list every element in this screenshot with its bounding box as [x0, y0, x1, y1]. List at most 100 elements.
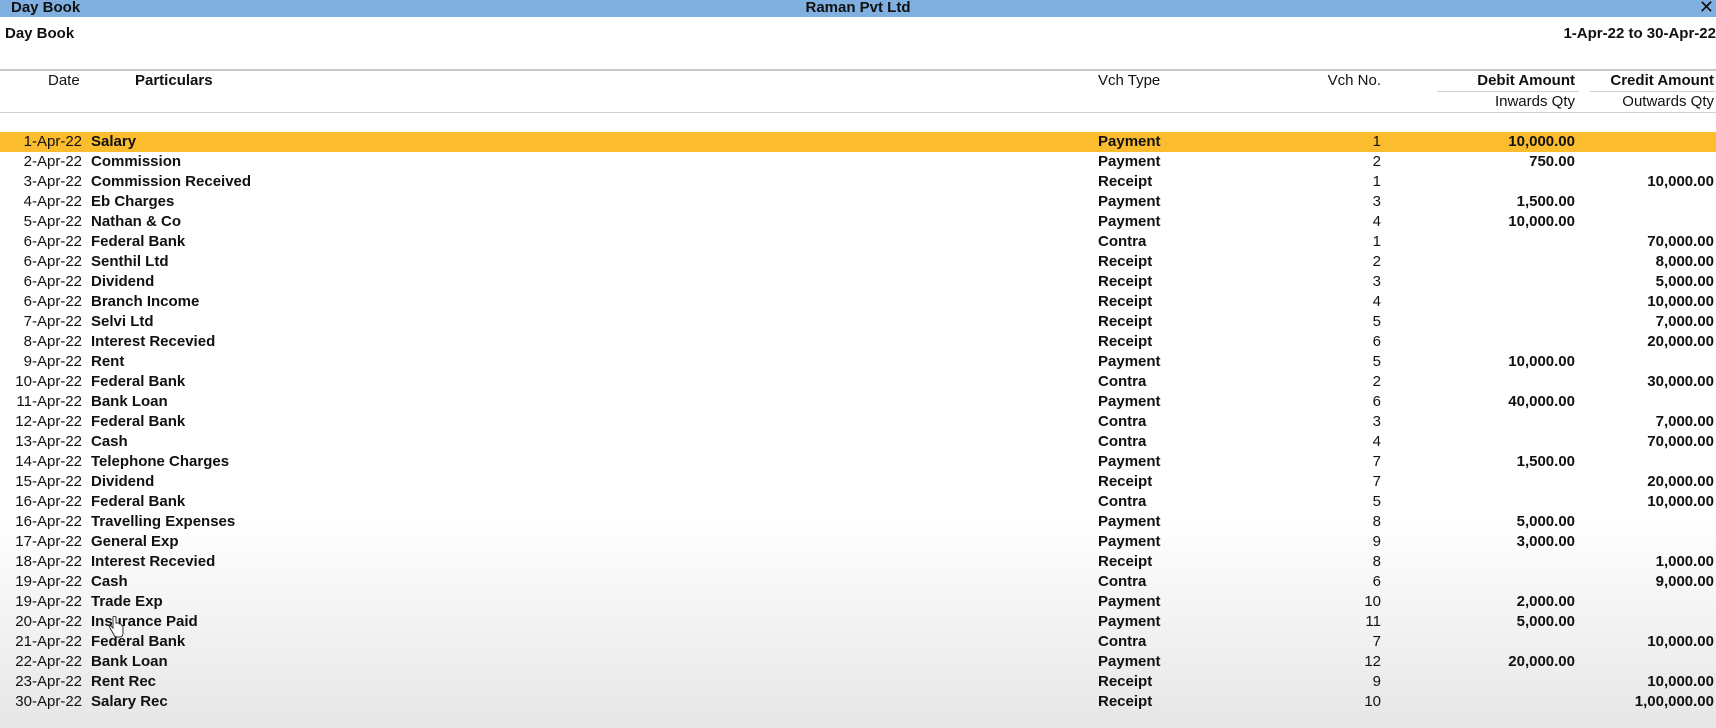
column-header-vch-type: Vch Type — [1098, 72, 1161, 89]
voucher-type: Receipt — [1098, 273, 1153, 290]
voucher-row[interactable]: 10-Apr-22 Federal Bank Contra 2 30,000.00 — [0, 372, 1716, 392]
voucher-date: 21-Apr-22 — [15, 633, 82, 650]
credit-amount: 1,00,000.00 — [1634, 693, 1714, 710]
voucher-row[interactable]: 7-Apr-22 Selvi Ltd Receipt 5 7,000.00 — [0, 312, 1716, 332]
voucher-number: 3 — [1372, 413, 1381, 430]
voucher-particulars: Travelling Expenses — [91, 513, 236, 530]
voucher-particulars: Bank Loan — [91, 393, 168, 410]
voucher-type: Receipt — [1098, 673, 1153, 690]
voucher-row[interactable]: 17-Apr-22 General Exp Payment 9 3,000.00 — [0, 532, 1716, 552]
credit-header-divider — [1590, 91, 1716, 92]
voucher-row[interactable]: 12-Apr-22 Federal Bank Contra 3 7,000.00 — [0, 412, 1716, 432]
voucher-particulars: Bank Loan — [91, 653, 168, 670]
voucher-row[interactable]: 16-Apr-22 Travelling Expenses Payment 8 5,00… — [0, 512, 1716, 532]
report-period[interactable]: 1-Apr-22 to 30-Apr-22 — [1563, 25, 1716, 42]
voucher-row[interactable]: 13-Apr-22 Cash Contra 4 70,000.00 — [0, 432, 1716, 452]
voucher-type: Receipt — [1098, 693, 1153, 710]
voucher-row[interactable]: 14-Apr-22 Telephone Charges Payment 7 1,500.… — [0, 452, 1716, 472]
column-header-date: Date — [48, 72, 80, 89]
voucher-number: 8 — [1372, 553, 1381, 570]
voucher-row[interactable]: 8-Apr-22 Interest Recevied Receipt 6 20,000.… — [0, 332, 1716, 352]
voucher-row[interactable]: 16-Apr-22 Federal Bank Contra 5 10,000.00 — [0, 492, 1716, 512]
debit-amount: 5,000.00 — [1516, 513, 1575, 530]
credit-amount: 10,000.00 — [1647, 633, 1714, 650]
voucher-row[interactable]: 6-Apr-22 Dividend Receipt 3 5,000.00 — [0, 272, 1716, 292]
voucher-row[interactable]: 2-Apr-22 Commission Payment 2 750.00 — [0, 152, 1716, 172]
voucher-row[interactable]: 19-Apr-22 Cash Contra 6 9,000.00 — [0, 572, 1716, 592]
column-header-particulars: Particulars — [135, 72, 213, 89]
credit-amount: 70,000.00 — [1647, 433, 1714, 450]
credit-amount: 10,000.00 — [1647, 493, 1714, 510]
voucher-row[interactable]: 23-Apr-22 Rent Rec Receipt 9 10,000.00 — [0, 672, 1716, 692]
voucher-row[interactable]: 18-Apr-22 Interest Recevied Receipt 8 1,000.… — [0, 552, 1716, 572]
voucher-row[interactable]: 6-Apr-22 Federal Bank Contra 1 70,000.00 — [0, 232, 1716, 252]
hand-cursor-icon — [108, 616, 124, 638]
column-header-debit: Debit Amount — [1477, 72, 1575, 89]
voucher-type: Payment — [1098, 153, 1161, 170]
voucher-type: Receipt — [1098, 293, 1153, 310]
voucher-row[interactable]: 5-Apr-22 Nathan & Co Payment 4 10,000.00 — [0, 212, 1716, 232]
close-icon[interactable]: ✕ — [1699, 0, 1714, 16]
voucher-type: Contra — [1098, 373, 1147, 390]
voucher-number: 3 — [1372, 193, 1381, 210]
voucher-number: 7 — [1372, 633, 1381, 650]
voucher-number: 11 — [1365, 613, 1381, 630]
voucher-date: 6-Apr-22 — [23, 293, 82, 310]
report-title: Day Book — [5, 25, 75, 42]
voucher-particulars: Rent Rec — [91, 673, 157, 690]
credit-amount: 10,000.00 — [1647, 293, 1714, 310]
debit-amount: 3,000.00 — [1516, 533, 1575, 550]
voucher-date: 10-Apr-22 — [15, 373, 82, 390]
voucher-particulars: Insurance Paid — [91, 613, 198, 630]
voucher-date: 6-Apr-22 — [23, 273, 82, 290]
voucher-number: 5 — [1372, 493, 1381, 510]
voucher-row[interactable]: 21-Apr-22 Federal Bank Contra 7 10,000.00 — [0, 632, 1716, 652]
voucher-row[interactable]: 3-Apr-22 Commission Received Receipt 1 10,00… — [0, 172, 1716, 192]
voucher-row[interactable]: 30-Apr-22 Salary Rec Receipt 10 1,00,000.00 — [0, 692, 1716, 712]
column-header-vch-no: Vch No. — [1327, 72, 1381, 89]
voucher-row[interactable]: 15-Apr-22 Dividend Receipt 7 20,000.00 — [0, 472, 1716, 492]
voucher-row[interactable]: 20-Apr-22 Insurance Paid Payment 11 5,000.00 — [0, 612, 1716, 632]
voucher-type: Payment — [1098, 453, 1161, 470]
voucher-number: 2 — [1372, 153, 1381, 170]
voucher-number: 2 — [1372, 253, 1381, 270]
voucher-particulars: Selvi Ltd — [91, 313, 154, 330]
voucher-row[interactable]: 11-Apr-22 Bank Loan Payment 6 40,000.00 — [0, 392, 1716, 412]
voucher-type: Receipt — [1098, 313, 1153, 330]
voucher-type: Contra — [1098, 233, 1147, 250]
voucher-particulars: Trade Exp — [91, 593, 163, 610]
voucher-date: 14-Apr-22 — [15, 453, 82, 470]
voucher-row[interactable]: 22-Apr-22 Bank Loan Payment 12 20,000.00 — [0, 652, 1716, 672]
voucher-type: Payment — [1098, 613, 1161, 630]
voucher-date: 1-Apr-22 — [23, 133, 82, 150]
voucher-date: 20-Apr-22 — [15, 613, 82, 630]
voucher-type: Contra — [1098, 573, 1147, 590]
voucher-row[interactable]: 19-Apr-22 Trade Exp Payment 10 2,000.00 — [0, 592, 1716, 612]
voucher-type: Payment — [1098, 393, 1161, 410]
credit-amount: 20,000.00 — [1647, 473, 1714, 490]
voucher-date: 19-Apr-22 — [15, 593, 82, 610]
voucher-particulars: Rent — [91, 353, 125, 370]
voucher-row[interactable]: 9-Apr-22 Rent Payment 5 10,000.00 — [0, 352, 1716, 372]
voucher-date: 2-Apr-22 — [23, 153, 82, 170]
credit-amount: 7,000.00 — [1655, 413, 1714, 430]
voucher-date: 6-Apr-22 — [23, 233, 82, 250]
voucher-row[interactable]: 6-Apr-22 Senthil Ltd Receipt 2 8,000.00 — [0, 252, 1716, 272]
voucher-particulars: Federal Bank — [91, 633, 186, 650]
voucher-date: 16-Apr-22 — [15, 493, 82, 510]
voucher-number: 7 — [1372, 453, 1381, 470]
voucher-row[interactable]: 1-Apr-22 Salary Payment 1 10,000.00 — [0, 132, 1716, 152]
voucher-number: 9 — [1372, 673, 1381, 690]
voucher-row[interactable]: 6-Apr-22 Branch Income Receipt 4 10,000.00 — [0, 292, 1716, 312]
company-name: Raman Pvt Ltd — [805, 0, 911, 16]
credit-amount: 30,000.00 — [1647, 373, 1714, 390]
voucher-particulars: Nathan & Co — [91, 213, 181, 230]
voucher-type: Receipt — [1098, 173, 1153, 190]
voucher-date: 16-Apr-22 — [15, 513, 82, 530]
voucher-particulars: Commission Received — [91, 173, 252, 190]
voucher-type: Payment — [1098, 533, 1161, 550]
voucher-particulars: Interest Recevied — [91, 553, 216, 570]
voucher-type: Payment — [1098, 513, 1161, 530]
voucher-date: 17-Apr-22 — [15, 533, 82, 550]
voucher-row[interactable]: 4-Apr-22 Eb Charges Payment 3 1,500.00 — [0, 192, 1716, 212]
